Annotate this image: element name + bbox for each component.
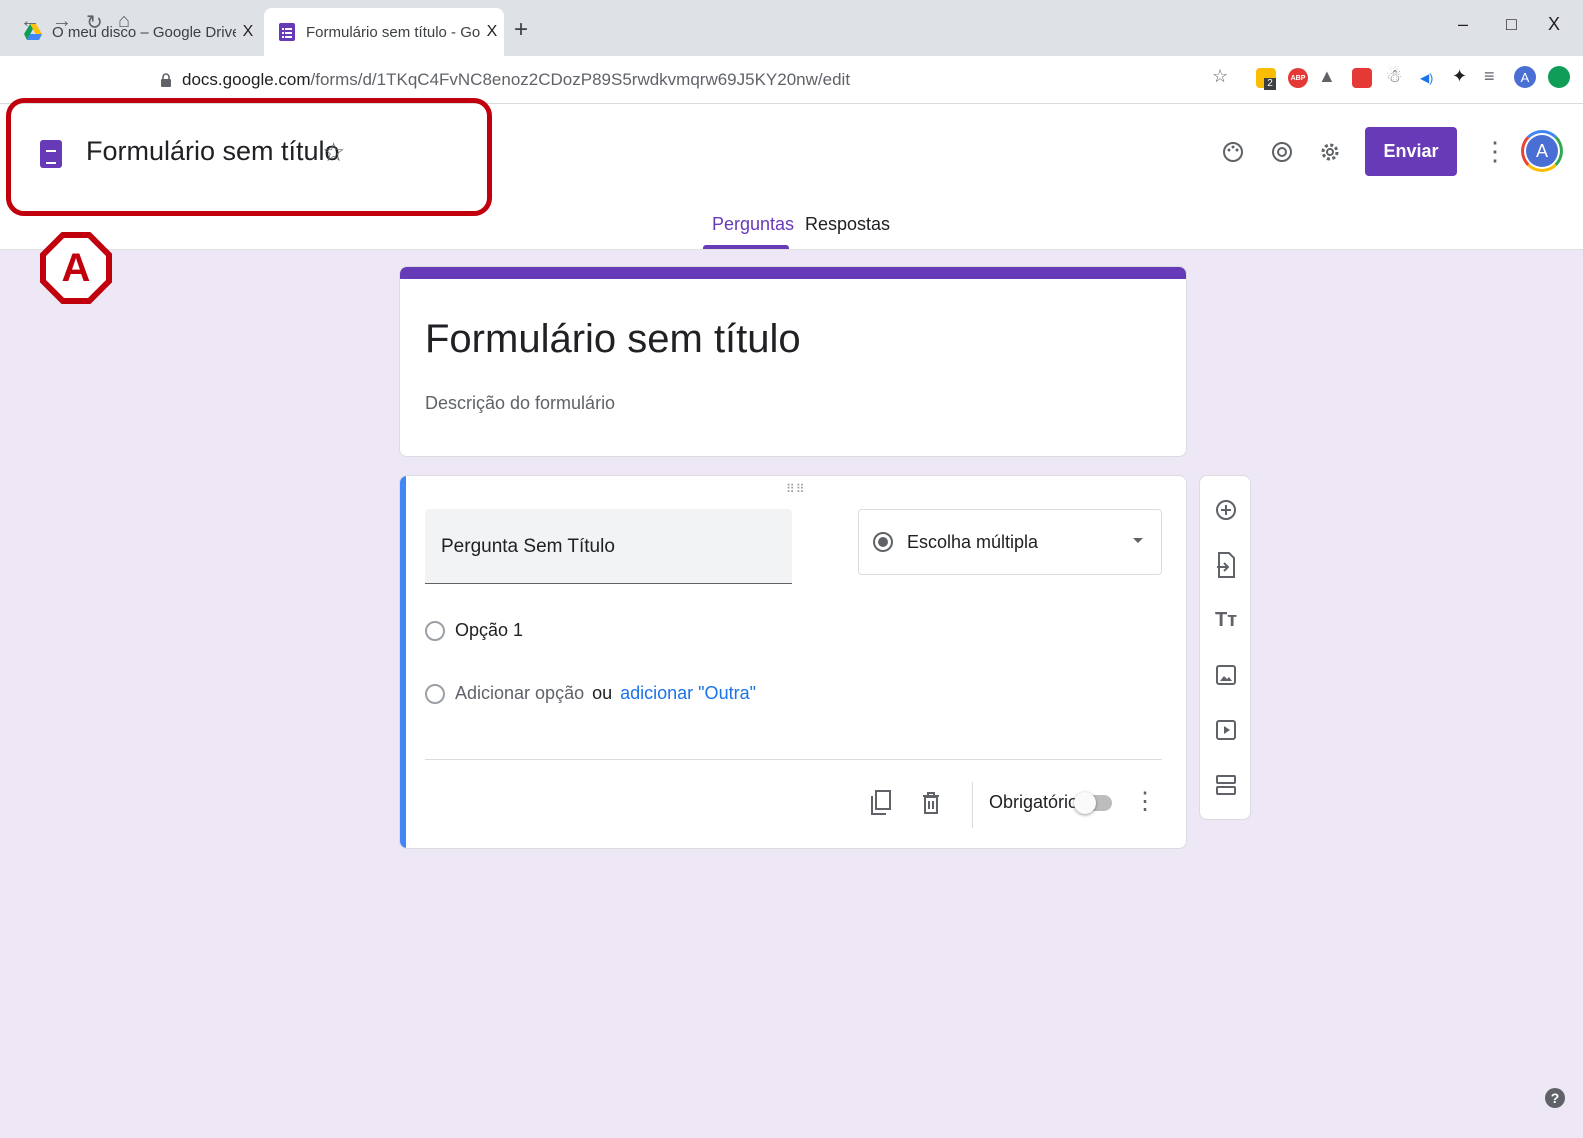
annotation-highlight-box [6, 98, 492, 216]
accent-bar [400, 267, 1186, 279]
url-path: /forms/d/1TKqC4FvNC8enoz2CDozP89S5rwdkvm… [310, 70, 851, 89]
forward-arrow-icon[interactable]: → [52, 10, 72, 33]
lock-icon [161, 73, 171, 87]
delete-trash-icon[interactable] [918, 788, 944, 818]
question-type-dropdown[interactable]: Escolha múltipla [858, 509, 1162, 575]
form-title-card: Formulário sem título Descrição do formu… [399, 266, 1187, 457]
add-other-link[interactable]: adicionar "Outra" [620, 683, 756, 704]
form-title[interactable]: Formulário sem título [425, 317, 801, 362]
add-option-link[interactable]: Adicionar opção [455, 683, 584, 704]
add-image-icon[interactable] [1212, 661, 1240, 689]
media-icon[interactable]: ◀) [1420, 71, 1433, 85]
required-toggle[interactable] [1074, 792, 1112, 814]
back-arrow-icon[interactable]: ← [20, 10, 40, 33]
active-question-bar [400, 476, 406, 848]
home-icon[interactable]: ⌂ [118, 10, 130, 33]
extension-badge: 2 [1264, 78, 1276, 90]
extension-notes-icon[interactable]: 2 [1256, 68, 1276, 90]
adblock-icon[interactable]: ABP [1288, 68, 1308, 88]
reload-icon[interactable]: ↻ [86, 10, 103, 35]
question-more-icon[interactable]: ⋮ [1133, 790, 1157, 814]
duplicate-icon[interactable] [868, 788, 894, 818]
settings-gear-icon[interactable] [1316, 138, 1344, 166]
dropdown-arrow-icon [1133, 538, 1143, 543]
question-title-input[interactable]: Pergunta Sem Título [425, 509, 792, 584]
drive-extension-icon[interactable]: ▲ [1318, 66, 1336, 87]
browser-tab-drive[interactable]: O meu disco – Google Drive X [10, 8, 260, 56]
close-window-button[interactable]: X [1548, 14, 1560, 35]
reading-list-icon[interactable]: ≡ [1484, 66, 1495, 87]
extension-robot-icon[interactable]: ☃ [1386, 66, 1402, 87]
question-card[interactable]: ⠿⠿ Pergunta Sem Título Escolha múltipla … [399, 475, 1187, 849]
or-text: ou [592, 683, 613, 703]
maximize-button[interactable]: □ [1506, 14, 1517, 35]
question-type-label: Escolha múltipla [907, 531, 1039, 552]
preview-eye-icon[interactable] [1268, 138, 1296, 166]
avatar-initial: A [1526, 135, 1558, 167]
add-video-icon[interactable] [1212, 716, 1240, 744]
option-label[interactable]: Opção 1 [455, 620, 523, 641]
radio-empty-icon [425, 683, 445, 704]
annotation-badge-label: A [46, 238, 106, 298]
extensions-puzzle-icon[interactable]: ✦ [1452, 66, 1467, 87]
help-icon[interactable]: ? [1545, 1088, 1565, 1108]
import-questions-icon[interactable] [1212, 551, 1240, 579]
browser-tab-forms[interactable]: Formulário sem título - Google Fo X [264, 8, 504, 56]
bookmark-star-icon[interactable]: ☆ [1212, 66, 1228, 87]
footer-separator [972, 782, 973, 828]
tab-title: O meu disco – Google Drive [52, 23, 236, 41]
close-tab-icon[interactable]: X [480, 23, 504, 41]
profile-avatar[interactable]: A [1514, 66, 1536, 88]
add-question-icon[interactable] [1212, 496, 1240, 524]
palette-icon[interactable] [1219, 138, 1247, 166]
new-tab-button[interactable]: + [514, 16, 528, 44]
form-description[interactable]: Descrição do formulário [425, 393, 615, 414]
floating-toolbar: Tт [1199, 475, 1251, 820]
send-button[interactable]: Enviar [1365, 127, 1457, 176]
url-host: docs.google.com [182, 70, 311, 89]
add-section-icon[interactable] [1212, 771, 1240, 799]
radio-button-icon [873, 532, 893, 552]
drag-handle-icon[interactable]: ⠿⠿ [786, 482, 806, 496]
tab-title: Formulário sem título - Google Fo [306, 23, 480, 41]
account-avatar[interactable]: A [1521, 130, 1563, 172]
required-label: Obrigatório [989, 792, 1079, 812]
google-forms-icon [279, 23, 295, 41]
add-title-text-icon[interactable]: Tт [1212, 606, 1240, 634]
option-row[interactable]: Opção 1 [425, 620, 523, 641]
add-option-row: Adicionar opção ou adicionar "Outra" [425, 683, 756, 704]
more-options-icon[interactable]: ⋮ [1482, 138, 1508, 164]
minimize-button[interactable]: – [1458, 14, 1468, 35]
extension-red-icon[interactable] [1352, 68, 1372, 88]
close-tab-icon[interactable]: X [236, 23, 260, 41]
address-bar[interactable]: docs.google.com/forms/d/1TKqC4FvNC8enoz2… [152, 64, 1232, 96]
question-divider [425, 759, 1162, 760]
tab-responses[interactable]: Respostas [805, 214, 890, 235]
radio-empty-icon [425, 620, 445, 641]
update-icon[interactable] [1548, 66, 1570, 88]
active-tab-indicator [703, 245, 789, 249]
tab-questions[interactable]: Perguntas [712, 214, 794, 235]
